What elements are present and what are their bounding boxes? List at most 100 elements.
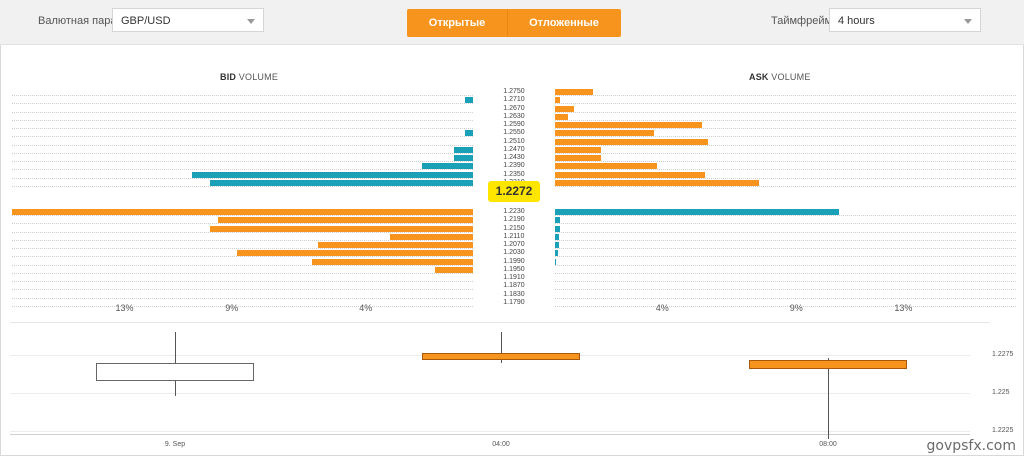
bid-volume-bar (435, 266, 473, 273)
ask-volume-title: ASK VOLUME (749, 72, 811, 82)
bid-gridline (12, 281, 473, 282)
bid-gridline (12, 161, 473, 162)
ask-volume-bar (555, 225, 561, 232)
ask-gridline (555, 177, 1016, 179)
bid-gridline (12, 256, 473, 258)
ask-gridline (555, 144, 1016, 146)
bid-volume-bar (237, 250, 473, 257)
bid-volume-bar (454, 146, 473, 153)
ask-volume-bar (555, 258, 557, 265)
bid-gridline (12, 248, 473, 249)
bid-gridline (12, 272, 473, 274)
ask-volume-bar (555, 155, 601, 161)
bid-title-bold: BID (220, 72, 237, 82)
ask-gridline (555, 297, 1016, 299)
ask-volume-bar (555, 217, 561, 224)
price-level-label: 1.1990 (503, 257, 525, 265)
bid-gridline (12, 264, 473, 266)
y-axis-tick-label: 1.2275 (992, 351, 1014, 358)
x-axis-tick-label: 08:00 (819, 441, 837, 448)
bid-gridline (12, 239, 473, 241)
ask-gridline (555, 152, 1016, 154)
ask-volume-bar (555, 250, 558, 257)
bid-gridline (12, 128, 473, 129)
bid-volume-bar (210, 179, 473, 186)
ask-volume-bar (555, 122, 703, 128)
price-level-label: 1.2190 (503, 216, 525, 224)
bid-title-rest: VOLUME (236, 72, 279, 82)
bid-gridline (12, 103, 473, 105)
ask-gridline (555, 119, 1016, 121)
bid-percent-tick: 9% (225, 303, 239, 313)
price-level-label: 1.2110 (503, 232, 525, 240)
price-level-label: 1.1870 (503, 282, 525, 290)
price-level-label: 1.1910 (503, 274, 525, 281)
bid-volume-bar (464, 97, 473, 104)
candle-body (749, 359, 907, 369)
ask-percent-tick: 4% (655, 303, 669, 313)
chevron-down-icon (964, 19, 972, 24)
tab-open[interactable]: Открытые (407, 9, 508, 37)
ask-volume-bar (555, 242, 560, 248)
price-level-label: 1.2230 (503, 208, 525, 215)
ask-volume-bar (555, 171, 706, 178)
ask-gridline (555, 95, 1016, 96)
ask-title-bold: ASK (749, 72, 769, 82)
candle-body (422, 353, 580, 360)
ask-percent-tick: 13% (894, 303, 913, 313)
ask-gridline (555, 239, 1016, 241)
bid-volume-bar (312, 258, 473, 265)
bid-gridline (12, 144, 473, 146)
bid-percent-tick: 13% (115, 303, 134, 313)
bid-gridline (12, 136, 473, 138)
candle-gridline (10, 393, 970, 394)
ask-percent-tick: 9% (789, 303, 803, 313)
pair-label: Валютная пара (38, 15, 117, 27)
ask-gridline (555, 215, 1016, 216)
price-level-label: 1.1790 (503, 298, 525, 306)
y-axis-tick-label: 1.2225 (992, 427, 1014, 434)
bid-gridline (12, 119, 473, 121)
pair-select[interactable]: GBP/USD (112, 8, 264, 32)
candle-wick (828, 358, 829, 439)
orders-tabs: Открытые Отложенные (407, 9, 621, 37)
ask-gridline (555, 256, 1016, 258)
timeframe-select[interactable]: 4 hours (829, 8, 981, 32)
x-axis-line (10, 434, 970, 435)
ask-gridline (555, 136, 1016, 138)
bid-volume-bar (389, 233, 473, 240)
bid-percent-tick: 4% (359, 303, 373, 313)
bid-gridline (12, 297, 473, 299)
bid-volume-bar (218, 217, 473, 224)
bid-gridline (12, 215, 473, 216)
ask-title-rest: VOLUME (768, 72, 811, 82)
price-level-label: 1.2390 (503, 162, 525, 170)
price-level-label: 1.2590 (503, 121, 525, 128)
bid-volume-title: BID VOLUME (220, 72, 278, 82)
ask-gridline (555, 281, 1016, 282)
ask-gridline (555, 248, 1016, 249)
ask-volume-bar (555, 105, 574, 112)
bid-gridline (12, 185, 473, 187)
chevron-down-icon (247, 19, 255, 24)
tab-pending[interactable]: Отложенные (507, 9, 621, 37)
ask-gridline (555, 169, 1016, 171)
bid-gridline (12, 231, 473, 233)
bid-volume-bar (191, 171, 473, 178)
x-axis-tick-label: 9. Sep (164, 441, 186, 448)
bid-volume-bar (12, 209, 473, 215)
ask-volume-bar (555, 163, 657, 170)
ask-gridline (555, 161, 1016, 162)
price-level-label: 1.2030 (503, 249, 525, 257)
ask-gridline (555, 128, 1016, 129)
ask-volume-bar (555, 179, 759, 186)
timeframe-label: Таймфрейм (771, 15, 833, 27)
price-level-label: 1.1830 (503, 290, 525, 298)
ask-volume-bar (555, 113, 569, 120)
ask-gridline (555, 289, 1016, 291)
ask-gridline (555, 103, 1016, 105)
ask-volume-bar (555, 233, 560, 240)
bid-gridline (12, 289, 473, 291)
price-level-label: 1.2470 (503, 145, 525, 153)
timeframe-select-value: 4 hours (838, 15, 875, 27)
